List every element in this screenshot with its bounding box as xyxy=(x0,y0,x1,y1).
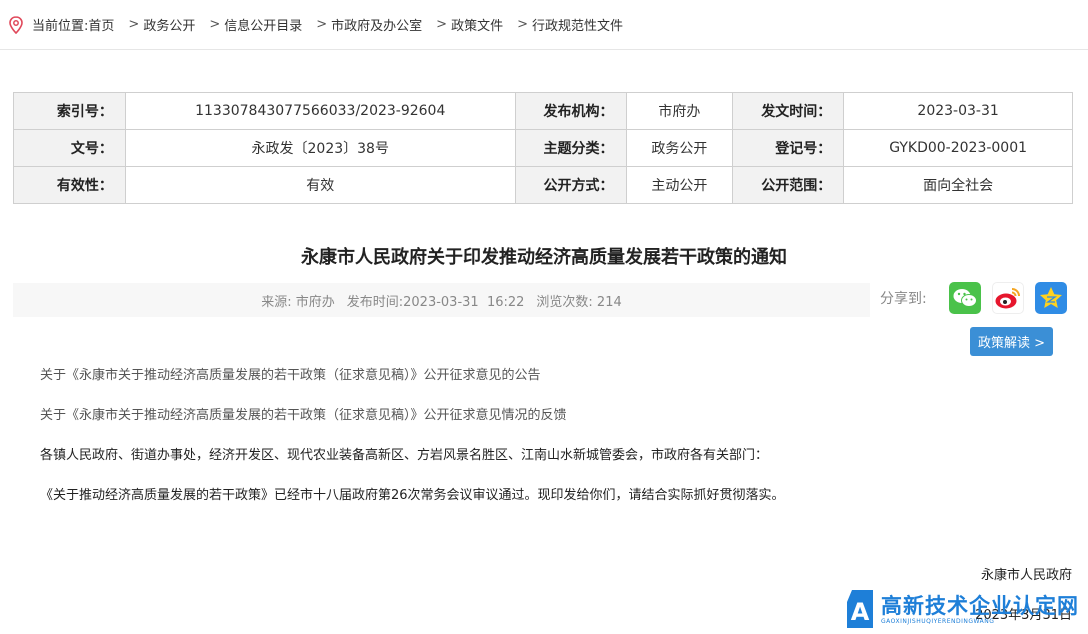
publish-time-text: 发布时间:2023-03-31 16:22 xyxy=(346,294,525,310)
meta-value: 政务公开 xyxy=(625,129,734,167)
view-count-text: 浏览次数: 214 xyxy=(536,294,622,310)
watermark-en: GAOXINJISHUQIYERENDINGWANG xyxy=(881,617,995,625)
watermark-logo: A 高新技术企业认定网 GAOXINJISHUQIYERENDINGWANG xyxy=(843,584,1088,634)
signature: 永康市人民政府 xyxy=(980,568,1072,583)
breadcrumb-home[interactable]: 首页 xyxy=(88,19,114,34)
meta-key: 公开方式： xyxy=(514,166,627,204)
meta-value: 有效 xyxy=(124,166,516,204)
breadcrumb-item-xxgkml[interactable]: 信息公开目录 xyxy=(224,15,302,34)
location-pin-icon xyxy=(8,15,24,34)
page-title: 永康市人民政府关于印发推动经济高质量发展若干政策的通知 xyxy=(301,247,787,268)
meta-value: 面向全社会 xyxy=(843,166,1073,204)
watermark-cn: 高新技术企业认定网 xyxy=(881,593,1079,618)
related-link-feedback[interactable]: 关于《永康市关于推动经济高质量发展的若干政策（征求意见稿）》公开征求意见情况的反… xyxy=(40,404,567,423)
meta-key: 有效性： xyxy=(13,166,126,204)
table-row: 文号： 永政发〔2023〕38号 主题分类： 政务公开 登记号： GYKD00-… xyxy=(13,129,1073,167)
table-row: 索引号： 113307843077566033/2023-92604 发布机构：… xyxy=(13,92,1073,130)
breadcrumb-separator: > xyxy=(128,17,140,32)
breadcrumb-item-zwgk[interactable]: 政务公开 xyxy=(143,15,195,34)
meta-key: 主题分类： xyxy=(514,129,627,167)
source-text: 来源: 市府办 xyxy=(261,294,335,310)
document-info-bar: 来源: 市府办 发布时间:2023-03-31 16:22 浏览次数: 214 xyxy=(13,283,870,317)
breadcrumb-separator: > xyxy=(316,17,328,32)
document-meta-table: 索引号： 113307843077566033/2023-92604 发布机构：… xyxy=(13,92,1073,204)
addressee-paragraph: 各镇人民政府、街道办事处，经济开发区、现代农业装备高新区、方岩风景名胜区、江南山… xyxy=(40,448,769,463)
breadcrumb-item-szf[interactable]: 市政府及办公室 xyxy=(331,15,422,34)
meta-key: 文号： xyxy=(13,129,126,167)
table-row: 有效性： 有效 公开方式： 主动公开 公开范围： 面向全社会 xyxy=(13,166,1073,204)
breadcrumb-separator: > xyxy=(209,17,221,32)
meta-key: 发文时间： xyxy=(732,92,845,130)
policy-interpretation-button[interactable]: 政策解读 > xyxy=(970,327,1053,356)
meta-key: 发布机构： xyxy=(514,92,627,130)
meta-value: 永政发〔2023〕38号 xyxy=(124,129,516,167)
body-paragraph: 《关于推动经济高质量发展的若干政策》已经市十八届政府第26次常务会议审议通过。现… xyxy=(40,488,785,503)
breadcrumb-item-zcwj[interactable]: 政策文件 xyxy=(451,15,503,34)
qzone-icon[interactable] xyxy=(1035,282,1067,314)
meta-value: 主动公开 xyxy=(625,166,734,204)
breadcrumb: 当前位置:首页 > 政务公开 > 信息公开目录 > 市政府及办公室 > 政策文件… xyxy=(0,0,1088,50)
meta-key: 索引号： xyxy=(13,92,126,130)
breadcrumb-separator: > xyxy=(517,17,528,32)
share-label: 分享到: xyxy=(880,291,927,307)
related-link-announcement[interactable]: 关于《永康市关于推动经济高质量发展的若干政策（征求意见稿）》公开征求意见的公告 xyxy=(40,364,541,383)
watermark-a-icon: A xyxy=(847,590,873,628)
meta-value: 113307843077566033/2023-92604 xyxy=(124,92,516,130)
breadcrumb-item-xzgfxwj[interactable]: 行政规范性文件 xyxy=(532,15,623,34)
meta-value: 2023-03-31 xyxy=(843,92,1073,130)
weibo-icon[interactable] xyxy=(992,282,1024,314)
svg-text:A: A xyxy=(851,598,870,626)
meta-key: 公开范围： xyxy=(732,166,845,204)
meta-value: 市府办 xyxy=(625,92,734,130)
wechat-icon[interactable] xyxy=(949,282,981,314)
meta-value: GYKD00-2023-0001 xyxy=(843,129,1073,167)
meta-key: 登记号： xyxy=(732,129,845,167)
breadcrumb-prefix: 当前位置: xyxy=(32,19,89,34)
breadcrumb-separator: > xyxy=(436,17,448,32)
